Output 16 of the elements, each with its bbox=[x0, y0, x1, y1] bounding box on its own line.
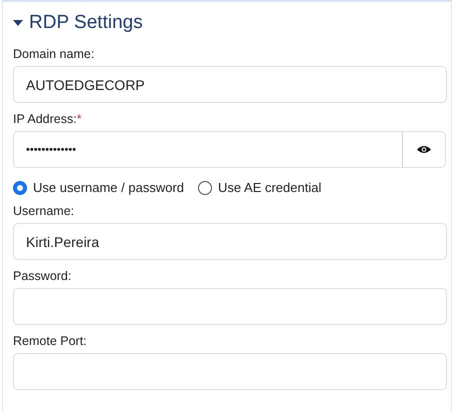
field-label: Password: bbox=[13, 269, 72, 283]
caret-icon[interactable] bbox=[13, 18, 23, 28]
field-label: Remote Port: bbox=[13, 334, 88, 348]
section-title: RDP Settings bbox=[29, 12, 143, 34]
field-label: Domain name: bbox=[13, 47, 96, 61]
input-field[interactable]: Kirti.Pereira bbox=[13, 223, 447, 260]
secret-field[interactable]: ••••••••••••• bbox=[13, 131, 403, 168]
input-field[interactable] bbox=[13, 353, 447, 390]
show-password-button[interactable] bbox=[402, 131, 446, 168]
input-field[interactable]: AUTOEDGECORP bbox=[13, 66, 447, 103]
input-field[interactable] bbox=[13, 288, 447, 325]
eye-icon bbox=[417, 145, 431, 154]
field-label: IP Address:* bbox=[13, 112, 83, 126]
field-label: Username: bbox=[13, 204, 76, 218]
radio-option[interactable]: Use username / password bbox=[13, 180, 184, 195]
radio-option[interactable]: Use AE credential bbox=[198, 180, 322, 195]
